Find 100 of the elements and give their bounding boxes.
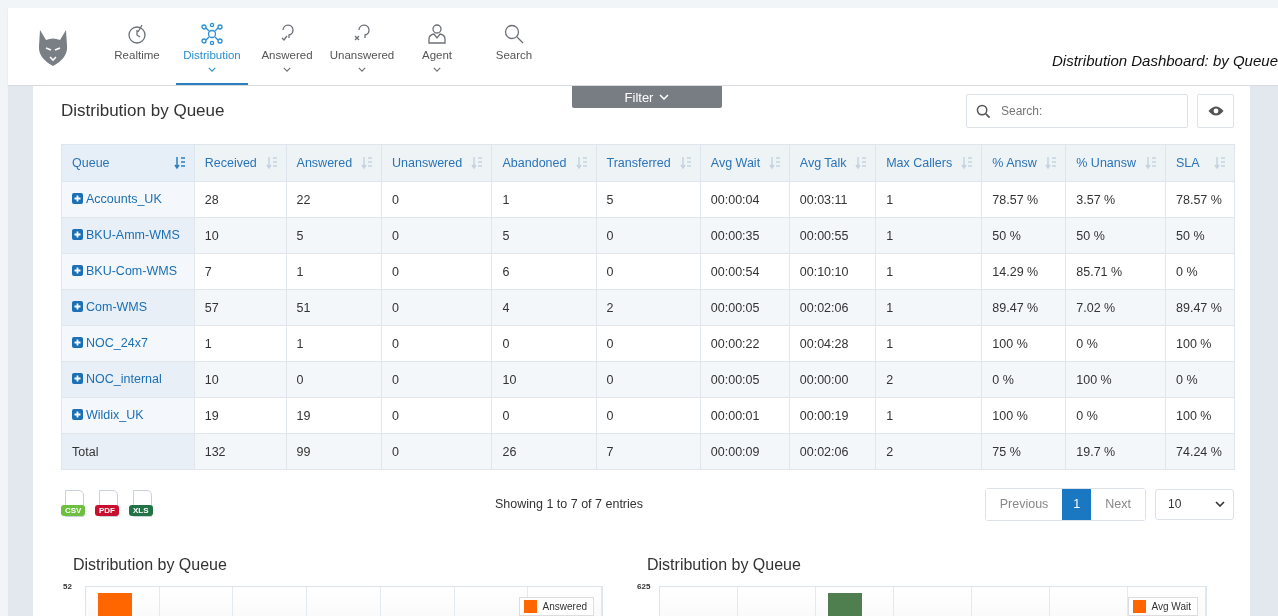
nav-tab[interactable]: Search bbox=[476, 8, 552, 85]
table-cell: 1 bbox=[886, 192, 894, 207]
export-file-button[interactable]: XLS bbox=[129, 490, 155, 518]
nav-tab[interactable]: Agent bbox=[399, 8, 475, 85]
table-cell: 0 % bbox=[1076, 336, 1098, 351]
sort-icon bbox=[768, 156, 781, 170]
nav-tab[interactable]: Realtime bbox=[99, 8, 175, 85]
nav-tab[interactable]: Answered bbox=[249, 8, 325, 85]
chevron-down-icon bbox=[283, 67, 291, 72]
chevron-down-icon bbox=[208, 67, 216, 72]
table-cell: 85.71 % bbox=[1076, 264, 1123, 279]
column-header[interactable]: % Unansw bbox=[1065, 144, 1166, 182]
column-header[interactable]: Abandoned bbox=[492, 144, 597, 182]
table-cell: 19.7 % bbox=[1076, 444, 1116, 459]
table-cell: 00:00:19 bbox=[799, 408, 849, 423]
sort-icon bbox=[471, 156, 484, 170]
table-cell: 00:00:01 bbox=[710, 408, 760, 423]
expand-icon bbox=[72, 409, 83, 421]
column-header[interactable]: Max Callers bbox=[875, 144, 982, 182]
table-cell: 2 bbox=[886, 444, 894, 459]
entries-info: Showing 1 to 7 of 7 entries bbox=[495, 497, 644, 511]
chart-legend: Answered bbox=[518, 597, 594, 616]
column-header[interactable]: Transferred bbox=[596, 144, 701, 182]
column-header[interactable]: Unanswered bbox=[381, 144, 492, 182]
expand-icon bbox=[72, 373, 83, 385]
table-cell: 1 bbox=[204, 336, 212, 351]
table-cell: 0 % bbox=[1076, 408, 1098, 423]
table-cell: 00:00:05 bbox=[710, 300, 760, 315]
table-cell: 1 bbox=[296, 264, 304, 279]
table-cell: 1 bbox=[886, 264, 894, 279]
table-cell: 0 bbox=[392, 192, 399, 207]
table-cell: 00:00:05 bbox=[710, 372, 760, 387]
table-cell: 50 % bbox=[1076, 228, 1105, 243]
search-field[interactable]: Search: bbox=[966, 94, 1188, 128]
sort-icon bbox=[1045, 156, 1058, 170]
sort-icon bbox=[575, 156, 588, 170]
table-cell: 50 % bbox=[992, 228, 1021, 243]
table-cell: 100 % bbox=[1176, 408, 1212, 423]
section-title: Distribution by Queue bbox=[61, 101, 225, 121]
table-cell: 1 bbox=[502, 192, 510, 207]
column-header[interactable]: Answered bbox=[286, 144, 382, 182]
table-cell: 22 bbox=[296, 192, 311, 207]
page-button[interactable]: 1 bbox=[1062, 488, 1092, 520]
table-cell: 0 bbox=[606, 408, 614, 423]
table-cell: 75 % bbox=[992, 444, 1021, 459]
table-cell: 0 bbox=[392, 408, 399, 423]
table-cell: 0 % bbox=[992, 372, 1014, 387]
table-cell: 10 bbox=[204, 228, 219, 243]
expand-icon bbox=[72, 301, 83, 313]
column-header[interactable]: Avg Wait bbox=[700, 144, 790, 182]
table-cell: 00:00:55 bbox=[799, 228, 849, 243]
chart-title: Distribution by Queue bbox=[73, 556, 228, 574]
table-cell: 99 bbox=[296, 444, 311, 459]
table-cell: 51 bbox=[296, 300, 311, 315]
column-header[interactable]: Queue bbox=[61, 144, 195, 182]
chart-title: Distribution by Queue bbox=[647, 556, 802, 574]
visibility-button[interactable] bbox=[1197, 94, 1234, 128]
table-cell: 00:10:10 bbox=[799, 264, 849, 279]
table-cell: 00:00:22 bbox=[710, 336, 760, 351]
table-cell: 00:00:09 bbox=[710, 444, 760, 459]
table-cell: 6 bbox=[502, 264, 510, 279]
filter-button[interactable]: Filter bbox=[572, 86, 722, 108]
table-cell: 1 bbox=[886, 300, 894, 315]
table-cell: 00:00:04 bbox=[710, 192, 760, 207]
table-cell: 0 bbox=[606, 336, 614, 351]
table-cell: 2 bbox=[606, 300, 614, 315]
clock-icon bbox=[125, 22, 149, 46]
table-cell: 100 % bbox=[1076, 372, 1112, 387]
page-size-select[interactable]: 10 bbox=[1155, 488, 1234, 520]
table-cell: 19 bbox=[204, 408, 219, 423]
search-icon bbox=[976, 104, 991, 119]
table-cell: 89.47 % bbox=[992, 300, 1039, 315]
table-cell: 0 % bbox=[1176, 264, 1198, 279]
sort-icon bbox=[1214, 156, 1226, 170]
table-cell: 26 bbox=[502, 444, 517, 459]
column-header[interactable]: SLA bbox=[1165, 144, 1235, 182]
table-cell: 100 % bbox=[992, 336, 1028, 351]
chart-legend: Avg Wait bbox=[1127, 597, 1198, 616]
nav-tab[interactable]: Unanswered bbox=[326, 8, 398, 85]
column-header[interactable]: Avg Talk bbox=[789, 144, 876, 182]
table-cell: 0 bbox=[606, 372, 614, 387]
table-cell: 00:02:06 bbox=[799, 300, 849, 315]
column-header[interactable]: Received bbox=[194, 144, 287, 182]
table-cell: 0 bbox=[606, 264, 614, 279]
sort-icon bbox=[1145, 156, 1157, 170]
table-cell: Total bbox=[72, 444, 99, 459]
column-header[interactable]: % Answ bbox=[981, 144, 1066, 182]
table-cell: 132 bbox=[204, 444, 226, 459]
chevron-down-icon bbox=[358, 67, 366, 72]
eye-icon bbox=[1207, 105, 1224, 117]
page-title: Distribution Dashboard: by Queue bbox=[1052, 52, 1278, 69]
expand-icon bbox=[72, 265, 83, 277]
table-cell: 0 bbox=[392, 372, 399, 387]
table-cell: 0 % bbox=[1176, 372, 1198, 387]
expand-icon bbox=[72, 229, 83, 241]
table-cell: 0 bbox=[392, 300, 399, 315]
table-cell: 0 bbox=[606, 228, 614, 243]
table-cell: 00:02:06 bbox=[799, 444, 849, 459]
export-file-button[interactable]: PDF bbox=[95, 490, 121, 518]
table-cell: 7.02 % bbox=[1076, 300, 1116, 315]
